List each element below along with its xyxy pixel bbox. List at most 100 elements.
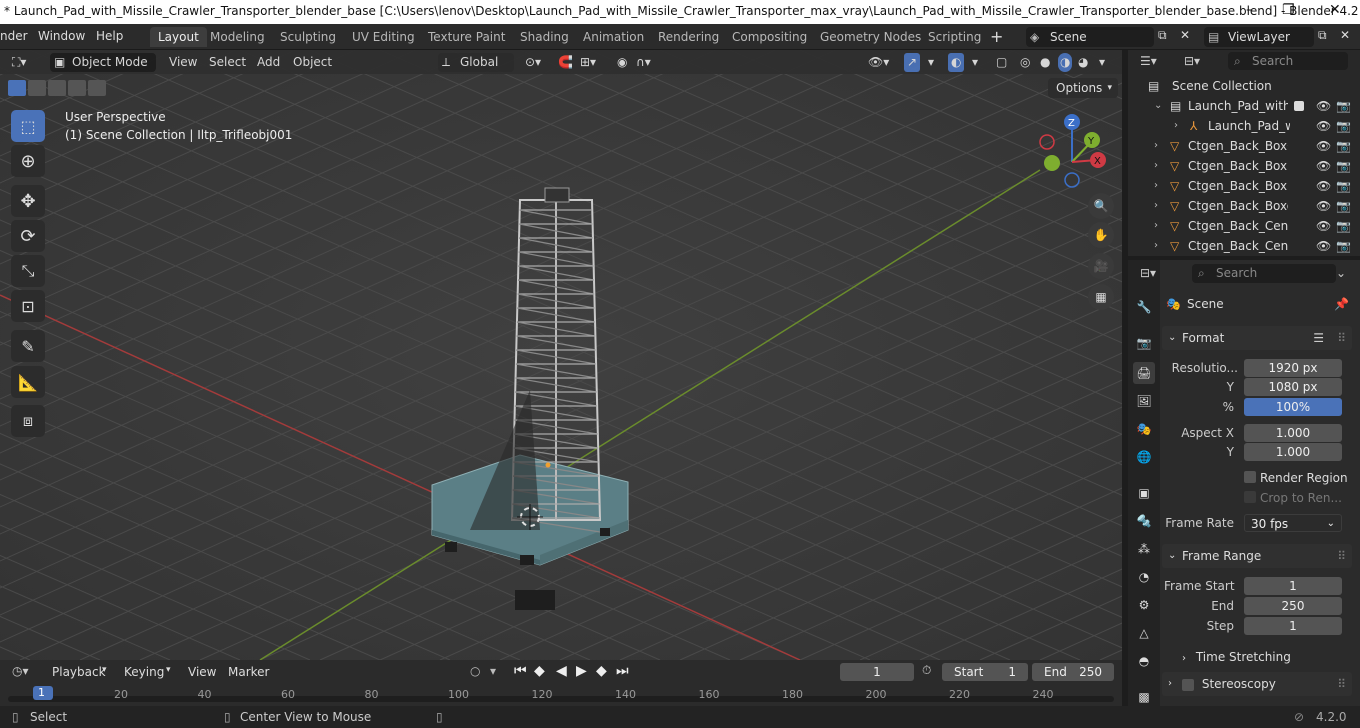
output-tab-icon[interactable]: 🖨 xyxy=(1133,362,1155,384)
stereoscopy-checkbox[interactable] xyxy=(1182,678,1194,691)
modifier-tab-icon[interactable]: 🔩 xyxy=(1133,510,1155,532)
world-tab-icon[interactable]: 🌐 xyxy=(1133,446,1155,468)
minimize-button[interactable]: – xyxy=(1246,2,1253,18)
options-dropdown[interactable]: Options ▾ xyxy=(1048,78,1118,98)
timeline-start-field[interactable]: Start 1 xyxy=(942,663,1028,681)
view-layer-selector[interactable]: ▤ ViewLayer xyxy=(1204,27,1314,47)
add-cube-tool[interactable]: ⧈ xyxy=(11,405,45,437)
eye-icon[interactable]: 👁 xyxy=(1316,156,1331,176)
select-subtract-icon[interactable] xyxy=(48,80,66,96)
visibility-icon[interactable]: 👁▾ xyxy=(868,53,889,72)
tab-layout[interactable]: Layout xyxy=(150,27,207,47)
outliner-row[interactable]: ⌄ ▤ Launch_Pad_with_l 👁📷 xyxy=(1128,96,1360,116)
camera-icon[interactable]: 📷 xyxy=(1336,96,1351,116)
tab-compositing[interactable]: Compositing xyxy=(724,27,815,47)
shading-dropdown-icon[interactable]: ▾ xyxy=(1099,53,1105,72)
tab-modeling[interactable]: Modeling xyxy=(202,27,273,47)
jump-end-icon[interactable]: ⏭ xyxy=(616,663,629,679)
menu-select[interactable]: Select xyxy=(209,53,246,72)
chevron-right-icon[interactable]: › xyxy=(1154,156,1158,176)
pin-icon[interactable]: 📌 xyxy=(1334,297,1349,311)
tool-tab-icon[interactable]: 🔧 xyxy=(1133,296,1155,318)
remove-view-layer-icon[interactable]: ✕ xyxy=(1340,28,1350,42)
chevron-right-icon[interactable]: › xyxy=(1154,216,1158,236)
properties-editor-icon[interactable]: ⊟▾ xyxy=(1140,266,1156,280)
new-scene-icon[interactable]: ⧉ xyxy=(1158,28,1167,43)
outliner[interactable]: ☰▾ ⊟▾ ⌕ Search ▤ Scene Collection ⌄ ▤ Laun… xyxy=(1128,50,1360,256)
scale-tool[interactable]: ⤡ xyxy=(11,255,45,287)
drag-handle-icon[interactable]: ⠿ xyxy=(1337,672,1346,696)
eye-icon[interactable]: 👁 xyxy=(1316,176,1331,196)
proportional-edit-icon[interactable]: ◉ xyxy=(617,53,627,72)
wireframe-shading-icon[interactable]: ◎ xyxy=(1020,53,1030,72)
resolution-y-field[interactable]: 1080 px xyxy=(1244,378,1342,396)
overlays-dropdown-icon[interactable]: ▾ xyxy=(972,53,978,72)
resolution-x-field[interactable]: 1920 px xyxy=(1244,359,1342,377)
eye-icon[interactable]: 👁 xyxy=(1316,196,1331,216)
eye-icon[interactable]: 👁 xyxy=(1316,116,1331,136)
camera-icon[interactable]: 📷 xyxy=(1336,216,1351,236)
chevron-right-icon[interactable]: › xyxy=(1154,176,1158,196)
pivot-point-icon[interactable]: ⊙▾ xyxy=(525,53,541,72)
menu-timeline-view[interactable]: View xyxy=(188,665,216,679)
rotate-tool[interactable]: ⟳ xyxy=(11,220,45,252)
rendered-shading-icon[interactable]: ◕ xyxy=(1078,53,1088,72)
chevron-right-icon[interactable]: › xyxy=(1154,196,1158,216)
presets-icon[interactable]: ☰ xyxy=(1313,326,1324,350)
texture-tab-icon[interactable]: ▩ xyxy=(1133,686,1155,708)
play-icon[interactable]: ▶ xyxy=(576,663,587,679)
current-frame-field[interactable]: 1 xyxy=(840,663,914,681)
ortho-toggle-button[interactable]: ▦ xyxy=(1088,284,1114,310)
chevron-down-icon[interactable]: ⌄ xyxy=(1154,96,1162,116)
menu-object[interactable]: Object xyxy=(293,53,332,72)
zoom-button[interactable]: 🔍 xyxy=(1088,193,1114,219)
camera-icon[interactable]: 📷 xyxy=(1336,156,1351,176)
remove-scene-icon[interactable]: ✕ xyxy=(1180,28,1190,42)
annotate-tool[interactable]: ✎ xyxy=(11,330,45,362)
properties-search-input[interactable]: ⌕ Search xyxy=(1192,264,1336,283)
select-box-tool[interactable]: ⬚ xyxy=(11,110,45,142)
stereoscopy-panel-header[interactable]: › Stereoscopy ⠿ xyxy=(1162,672,1352,696)
render-tab-icon[interactable]: 📷 xyxy=(1133,332,1155,354)
menu-marker[interactable]: Marker xyxy=(228,665,269,679)
tab-sculpting[interactable]: Sculpting xyxy=(272,27,344,47)
frame-range-panel-header[interactable]: ⌄ Frame Range ⠿ xyxy=(1162,544,1352,568)
camera-icon[interactable]: 📷 xyxy=(1336,136,1351,156)
overlays-icon[interactable]: ◐ xyxy=(948,53,965,72)
outliner-scene-collection[interactable]: ▤ Scene Collection xyxy=(1128,76,1360,96)
frame-end-field[interactable]: 250 xyxy=(1244,597,1342,615)
camera-view-button[interactable]: 🎥 xyxy=(1088,253,1114,279)
view-layer-tab-icon[interactable]: 🖼 xyxy=(1133,390,1155,412)
eye-icon[interactable]: 👁 xyxy=(1316,216,1331,236)
outliner-search-input[interactable]: ⌕ Search xyxy=(1228,52,1348,70)
mode-selector[interactable]: ▣ Object Mode xyxy=(50,53,156,72)
maximize-button[interactable]: ❐ xyxy=(1282,2,1295,18)
next-keyframe-icon[interactable]: ◆ xyxy=(596,663,607,679)
tab-geometry-nodes[interactable]: Geometry Nodes xyxy=(812,27,929,47)
data-tab-icon[interactable]: △ xyxy=(1133,622,1155,644)
object-tab-icon[interactable]: ▣ xyxy=(1133,482,1155,504)
add-workspace-button[interactable]: + xyxy=(990,27,1003,46)
measure-tool[interactable]: 📐 xyxy=(11,366,45,398)
frame-step-field[interactable]: 1 xyxy=(1244,617,1342,635)
move-tool[interactable]: ✥ xyxy=(11,185,45,217)
menu-render[interactable]: nder xyxy=(0,29,28,43)
select-new-icon[interactable] xyxy=(8,80,26,96)
chevron-right-icon[interactable]: › xyxy=(1154,236,1158,256)
format-panel-header[interactable]: ⌄ Format ☰ ⠿ xyxy=(1162,326,1352,350)
falloff-icon[interactable]: ∩▾ xyxy=(636,53,651,72)
outliner-editor-icon[interactable]: ☰▾ xyxy=(1140,54,1157,68)
keyframe-type-icon[interactable]: ▾ xyxy=(490,664,496,678)
xray-icon[interactable]: ▢ xyxy=(996,53,1007,72)
solid-shading-icon[interactable]: ● xyxy=(1040,53,1050,72)
material-shading-icon[interactable]: ◑ xyxy=(1058,53,1073,72)
select-invert-icon[interactable] xyxy=(68,80,86,96)
tab-uv-editing[interactable]: UV Editing xyxy=(344,27,423,47)
tab-shading[interactable]: Shading xyxy=(512,27,577,47)
render-region-checkbox[interactable] xyxy=(1244,471,1256,483)
camera-icon[interactable]: 📷 xyxy=(1336,196,1351,216)
transform-tool[interactable]: ⊡ xyxy=(11,290,45,322)
prev-keyframe-icon[interactable]: ◆ xyxy=(534,663,545,679)
outliner-row[interactable]: › ▽ Ctgen_Back_Centra 👁📷 xyxy=(1128,216,1360,236)
timeline-end-field[interactable]: End 250 xyxy=(1032,663,1114,681)
